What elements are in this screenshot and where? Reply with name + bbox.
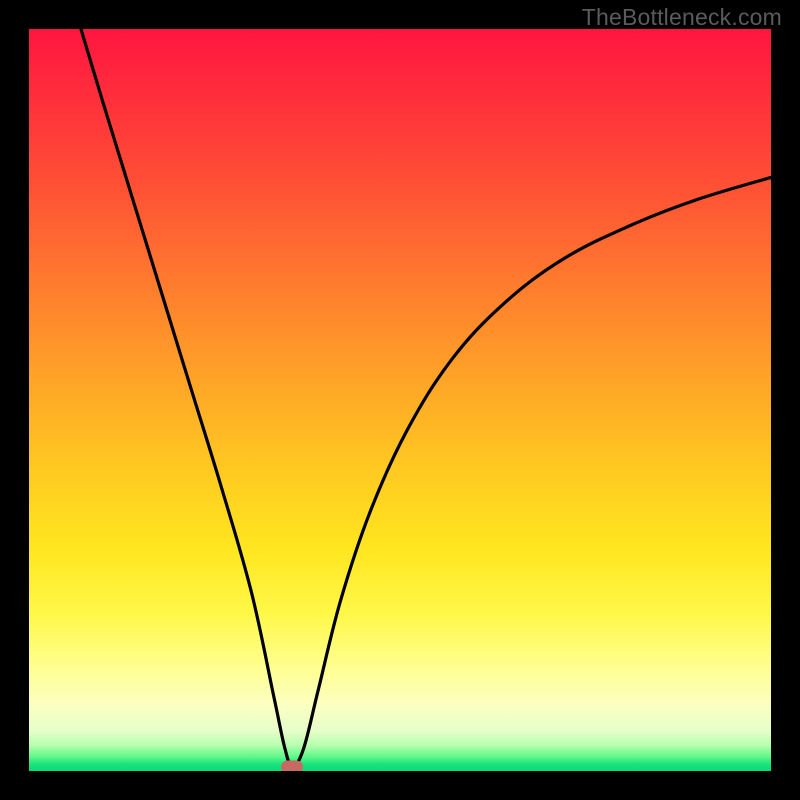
chart-frame xyxy=(0,0,800,800)
optimum-marker xyxy=(281,760,303,771)
plot-area xyxy=(29,29,771,771)
watermark-text: TheBottleneck.com xyxy=(582,4,782,31)
curve-layer xyxy=(29,29,771,771)
bottleneck-curve xyxy=(81,29,771,767)
